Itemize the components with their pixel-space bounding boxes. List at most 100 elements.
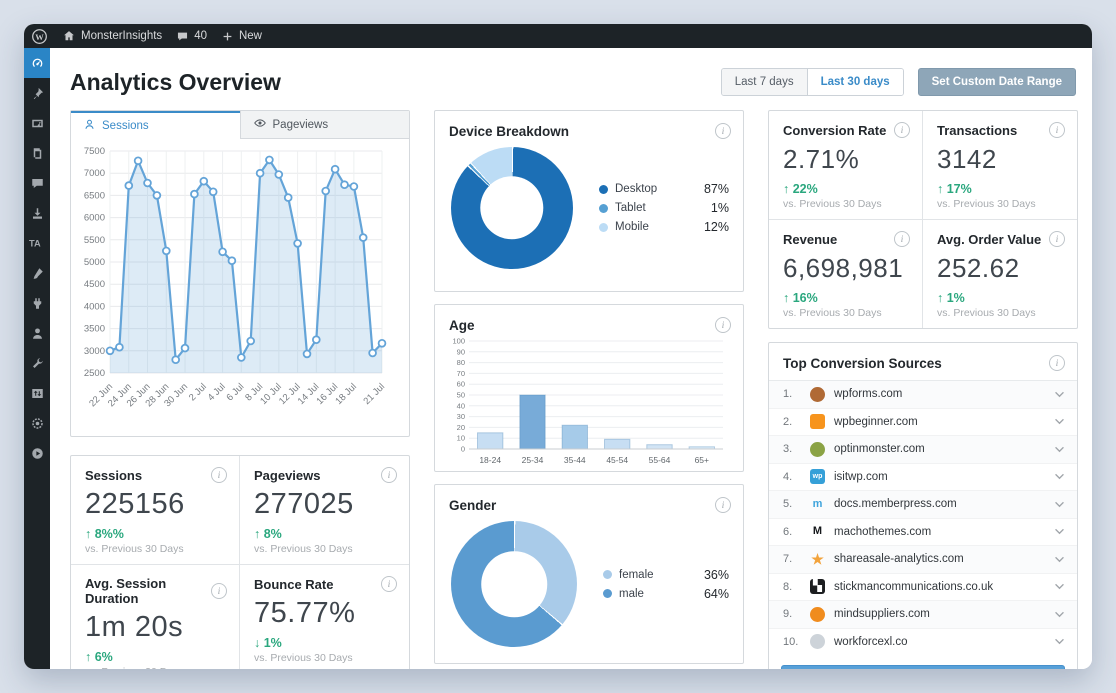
legend-dot [603, 589, 612, 598]
source-domain: optinmonster.com [834, 443, 925, 456]
source-domain: machothemes.com [834, 525, 932, 538]
chevron-down-icon[interactable] [1054, 583, 1065, 590]
comments-menu[interactable]: 40 [176, 30, 207, 43]
tab-sessions[interactable]: Sessions [71, 111, 240, 139]
chevron-down-icon[interactable] [1054, 556, 1065, 563]
sidebar-item-downloads[interactable] [24, 198, 50, 228]
page-title: Analytics Overview [70, 68, 281, 95]
new-menu[interactable]: New [221, 30, 262, 43]
chevron-down-icon[interactable] [1054, 501, 1065, 508]
set-custom-date-range-button[interactable]: Set Custom Date Range [917, 68, 1076, 96]
gender-donut-chart [451, 521, 577, 647]
conversion-source-row-4[interactable]: 4. wp isitwp.com [769, 462, 1077, 491]
svg-text:6500: 6500 [84, 190, 105, 201]
site-menu[interactable]: MonsterInsights [62, 29, 162, 43]
conversion-source-row-3[interactable]: 3. optinmonster.com [769, 435, 1077, 463]
svg-text:5500: 5500 [84, 235, 105, 246]
sidebar-item-forms[interactable] [24, 378, 50, 408]
sidebar-item-media[interactable] [24, 108, 50, 138]
source-rank: 5. [783, 498, 793, 511]
wordpress-logo-icon[interactable]: W [31, 28, 48, 45]
delta-up: ↑ 8% [254, 527, 282, 541]
conversion-source-row-2[interactable]: 2. wpbeginner.com [769, 407, 1077, 436]
chevron-down-icon[interactable] [1054, 418, 1065, 425]
plus-icon [221, 30, 234, 43]
conversion-source-row-6[interactable]: 6. Mmachothemes.com [769, 517, 1077, 546]
info-icon[interactable] [715, 317, 731, 333]
card-title: Device Breakdown [449, 123, 570, 139]
box-arrows-icon [30, 386, 45, 401]
favicon-icon: M [812, 525, 823, 538]
sidebar-item-posts[interactable] [24, 78, 50, 108]
favicon-icon [810, 634, 825, 650]
info-icon[interactable] [211, 583, 227, 599]
ecommerce-metrics: Conversion Rate 2.71% ↑ 22% vs. Previous… [768, 110, 1078, 329]
legend-item-tablet: Tablet 1% [599, 201, 729, 215]
eye-icon [253, 116, 267, 133]
conversion-source-row-9[interactable]: 9. mindsuppliers.com [769, 600, 1077, 628]
svg-text:35-44: 35-44 [564, 455, 586, 465]
conversion-source-row-1[interactable]: 1. wpforms.com [769, 381, 1077, 408]
svg-text:6000: 6000 [84, 213, 105, 224]
conversion-source-row-10[interactable]: 10. workforcexl.co [769, 627, 1077, 656]
info-icon[interactable] [894, 122, 910, 138]
gauge-icon [30, 56, 45, 71]
tab-pageviews[interactable]: Pageviews [239, 111, 409, 139]
chevron-down-icon[interactable] [1054, 611, 1065, 618]
last-30-days-button[interactable]: Last 30 days [806, 69, 903, 95]
conversion-source-row-5[interactable]: 5. m docs.memberpress.com [769, 490, 1077, 518]
chevron-down-icon[interactable] [1054, 473, 1065, 480]
info-icon[interactable] [381, 576, 397, 592]
svg-text:W: W [35, 31, 44, 41]
svg-text:60: 60 [457, 380, 465, 389]
chevron-down-icon[interactable] [1054, 446, 1065, 453]
info-icon[interactable] [381, 467, 397, 483]
favicon-icon [810, 386, 825, 402]
conversion-source-row-8[interactable]: 8. ▚ stickmancommunications.co.uk [769, 572, 1077, 601]
sidebar-item-users[interactable] [24, 318, 50, 348]
svg-text:25-34: 25-34 [522, 455, 544, 465]
favicon-icon: ▚ [810, 579, 825, 595]
last-7-days-button[interactable]: Last 7 days [721, 69, 807, 95]
card-title: Top Conversion Sources [783, 355, 942, 371]
info-icon[interactable] [715, 123, 731, 139]
sidebar-item-monsterinsights[interactable] [24, 48, 50, 78]
user-icon [30, 326, 45, 341]
device-donut-chart [451, 147, 573, 269]
chevron-down-icon[interactable] [1054, 638, 1065, 645]
info-icon[interactable] [894, 231, 910, 247]
ta-icon: TA [29, 238, 46, 249]
sidebar-item-appearance[interactable] [24, 258, 50, 288]
svg-text:4 Jul: 4 Jul [206, 381, 228, 403]
favicon-icon: m [812, 497, 823, 510]
sidebar-item-seal[interactable] [24, 408, 50, 438]
overview-stats: Sessions 225156 ↑ 8%% vs. Previous 30 Da… [70, 455, 410, 669]
sidebar-item-comments[interactable] [24, 168, 50, 198]
comment-bubble-icon [176, 30, 189, 43]
sidebar-item-video[interactable] [24, 438, 50, 468]
legend-dot [599, 203, 608, 213]
info-icon[interactable] [715, 497, 731, 513]
source-rank: 3. [783, 443, 793, 456]
svg-text:5000: 5000 [84, 257, 105, 268]
source-rank: 6. [783, 525, 793, 538]
view-top-conversions-report-button[interactable]: View Top Conversions Sources Report [781, 665, 1065, 669]
sidebar-item-plugins[interactable] [24, 288, 50, 318]
sidebar-item-tools[interactable] [24, 348, 50, 378]
info-icon[interactable] [211, 467, 227, 483]
conversion-source-row-7[interactable]: 7. ★ shareasale-analytics.com [769, 545, 1077, 573]
sidebar-item-ta[interactable]: TA [24, 228, 50, 258]
svg-text:2 Jul: 2 Jul [187, 381, 209, 403]
legend-dot [603, 570, 612, 579]
source-domain: workforcexl.co [834, 635, 908, 648]
conversion-sources-list: 1. wpforms.com 2. wpbeginner.com 3. optinmons… [769, 381, 1077, 655]
legend-item-male: male 64% [603, 587, 729, 601]
sidebar-item-pages[interactable] [24, 138, 50, 168]
chevron-down-icon[interactable] [1054, 528, 1065, 535]
info-icon[interactable] [1049, 231, 1065, 247]
info-icon[interactable] [1049, 355, 1065, 371]
sessions-chart-card: Sessions Pageviews 2500 3000 3500 4000 4500 5… [70, 110, 410, 437]
svg-text:3500: 3500 [84, 324, 105, 335]
chevron-down-icon[interactable] [1054, 391, 1065, 398]
info-icon[interactable] [1049, 122, 1065, 138]
